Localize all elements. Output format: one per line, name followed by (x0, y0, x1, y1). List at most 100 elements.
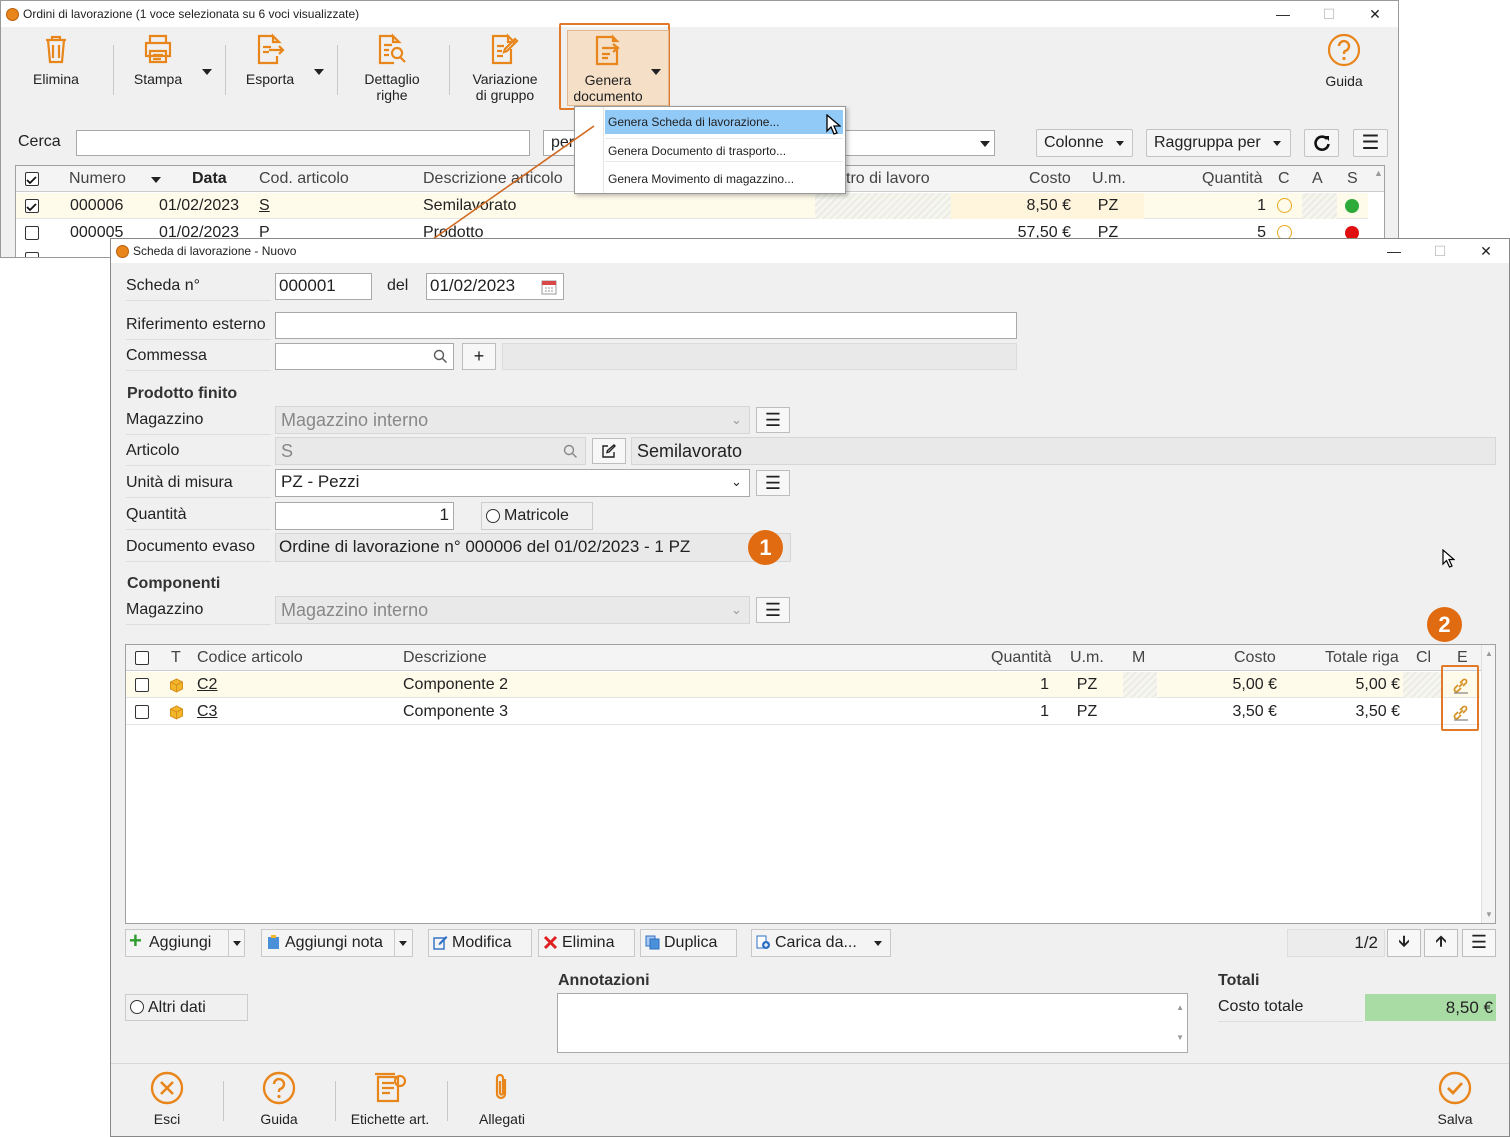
cell-m (1123, 672, 1157, 698)
etichette-button[interactable]: Etichette art. (340, 1071, 440, 1127)
genera-dropdown-icon[interactable] (651, 69, 661, 75)
col-m[interactable]: M (1132, 645, 1145, 671)
cell-costo: 5,00 € (1232, 676, 1277, 693)
col-costo[interactable]: Costo (1029, 166, 1071, 192)
cell-codice[interactable]: C3 (197, 699, 217, 725)
quantita-input[interactable]: 1 (275, 502, 454, 530)
search-icon[interactable] (433, 349, 448, 364)
col-cod-articolo[interactable]: Cod. articolo (259, 166, 349, 192)
scroll-down-icon[interactable]: ▼ (1485, 910, 1493, 919)
modifica-button[interactable]: Modifica (428, 929, 532, 957)
col-t[interactable]: T (171, 645, 181, 671)
scheda-number-input[interactable]: 000001 (275, 273, 372, 300)
row-checkbox[interactable] (135, 678, 149, 692)
elimina-riga-button[interactable]: Elimina (538, 929, 635, 957)
guida-footer-button[interactable]: Guida (229, 1071, 329, 1127)
col-um[interactable]: U.m. (1070, 645, 1104, 671)
maximize-button[interactable]: ☐ (1306, 1, 1352, 27)
guida-button[interactable]: Guida (1315, 33, 1373, 107)
esporta-button[interactable]: Esporta (237, 33, 303, 107)
raggruppa-button[interactable]: Raggruppa per (1146, 129, 1291, 157)
magazzino-list-button[interactable]: ☰ (756, 407, 790, 433)
add-commessa-button[interactable]: + (462, 343, 496, 370)
cell-cod-articolo[interactable]: S (259, 193, 270, 219)
link-icon[interactable] (1452, 677, 1469, 694)
stampa-button[interactable]: Stampa (125, 33, 191, 107)
chevron-down-icon[interactable] (399, 941, 407, 946)
col-descrizione[interactable]: Descrizione (403, 645, 487, 671)
col-costo[interactable]: Costo (1234, 645, 1276, 671)
menu-item-scheda-lavorazione[interactable]: Genera Scheda di lavorazione... (605, 110, 843, 134)
allegati-button[interactable]: Allegati (452, 1071, 552, 1127)
scroll-up-icon[interactable]: ▲ (1485, 649, 1493, 658)
table-cell-centro (815, 193, 951, 219)
rif-esterno-input[interactable] (275, 312, 1017, 339)
menu-item-movimento-magazzino[interactable]: Genera Movimento di magazzino... (605, 167, 843, 191)
scroll-up-icon[interactable]: ▲ (1374, 168, 1384, 178)
col-codice[interactable]: Codice articolo (197, 645, 303, 671)
move-down-button[interactable]: 🡫 (1387, 929, 1421, 957)
col-um[interactable]: U.m. (1092, 166, 1126, 192)
scroll-up-icon[interactable]: ▲ (1176, 996, 1184, 1020)
stampa-dropdown-icon[interactable] (202, 69, 212, 75)
colonne-button[interactable]: Colonne (1036, 129, 1133, 157)
minimize-button[interactable]: — (1371, 239, 1417, 263)
list-icon: ☰ (764, 600, 782, 620)
row-checkbox[interactable] (25, 226, 39, 240)
unita-misura-select[interactable]: PZ - Pezzi ⌄ (275, 469, 750, 497)
carica-da-button[interactable]: Carica da... (751, 929, 891, 957)
cell-codice[interactable]: C2 (197, 672, 217, 698)
col-totale[interactable]: Totale riga (1325, 645, 1399, 671)
date-input[interactable]: 01/02/2023 (426, 273, 564, 300)
annotazioni-textarea[interactable]: ▲ ▼ (557, 993, 1188, 1053)
chevron-down-icon: ⌄ (731, 474, 742, 489)
esci-button[interactable]: Esci (117, 1071, 217, 1127)
dettaglio-righe-button[interactable]: Dettaglio righe (351, 33, 433, 107)
row-checkbox[interactable] (135, 705, 149, 719)
totali-title: Totali (1218, 972, 1260, 989)
col-cl[interactable]: Cl (1416, 645, 1431, 671)
aggiungi-button[interactable]: + Aggiungi (125, 929, 245, 957)
altri-dati-option[interactable]: Altri dati (125, 994, 248, 1021)
move-up-button[interactable]: 🡩 (1424, 929, 1458, 957)
row-checkbox[interactable] (25, 252, 39, 257)
row-checkbox[interactable] (25, 199, 39, 213)
refresh-button[interactable] (1304, 129, 1339, 157)
aggiungi-nota-button[interactable]: Aggiungi nota (261, 929, 413, 957)
link-icon[interactable] (1452, 704, 1469, 721)
col-data[interactable]: Data (192, 166, 227, 192)
commessa-input[interactable] (275, 343, 454, 370)
col-s[interactable]: S (1347, 166, 1358, 192)
grid-menu-button[interactable]: ☰ (1462, 929, 1496, 957)
toolbar-divider (113, 45, 114, 95)
close-button[interactable]: ✕ (1463, 239, 1509, 263)
menu-item-documento-trasporto[interactable]: Genera Documento di trasporto... (605, 138, 843, 162)
duplica-button[interactable]: Duplica (640, 929, 737, 957)
vertical-scrollbar[interactable]: ▲ ▼ (1481, 645, 1495, 923)
calendar-icon[interactable] (541, 279, 557, 295)
select-all-checkbox[interactable] (135, 651, 149, 665)
col-quantita[interactable]: Quantità (1202, 166, 1262, 192)
elimina-button[interactable]: Elimina (23, 33, 89, 107)
menu-button[interactable]: ☰ (1353, 129, 1388, 157)
col-quantita[interactable]: Quantità (991, 645, 1051, 671)
chevron-down-icon[interactable] (233, 941, 241, 946)
col-centro-lavoro[interactable]: tro di lavoro (846, 166, 930, 192)
salva-button[interactable]: Salva (1405, 1071, 1505, 1127)
edit-articolo-button[interactable] (592, 438, 626, 464)
unita-misura-list-button[interactable]: ☰ (756, 470, 790, 496)
esporta-label: Esporta (245, 71, 295, 87)
col-numero[interactable]: Numero (69, 166, 126, 192)
maximize-button[interactable]: ☐ (1417, 239, 1463, 263)
esporta-dropdown-icon[interactable] (314, 69, 324, 75)
matricole-option[interactable]: Matricole (481, 502, 593, 530)
select-all-checkbox[interactable] (25, 172, 39, 186)
variazione-gruppo-button[interactable]: Variazione di gruppo (463, 33, 547, 107)
comp-magazzino-list-button[interactable]: ☰ (756, 597, 790, 623)
genera-documento-button[interactable]: Genera documento (567, 30, 669, 106)
scroll-down-icon[interactable]: ▼ (1176, 1026, 1184, 1050)
close-button[interactable]: ✕ (1352, 1, 1398, 27)
col-a[interactable]: A (1312, 166, 1323, 192)
minimize-button[interactable]: — (1260, 1, 1306, 27)
col-c[interactable]: C (1278, 166, 1290, 192)
